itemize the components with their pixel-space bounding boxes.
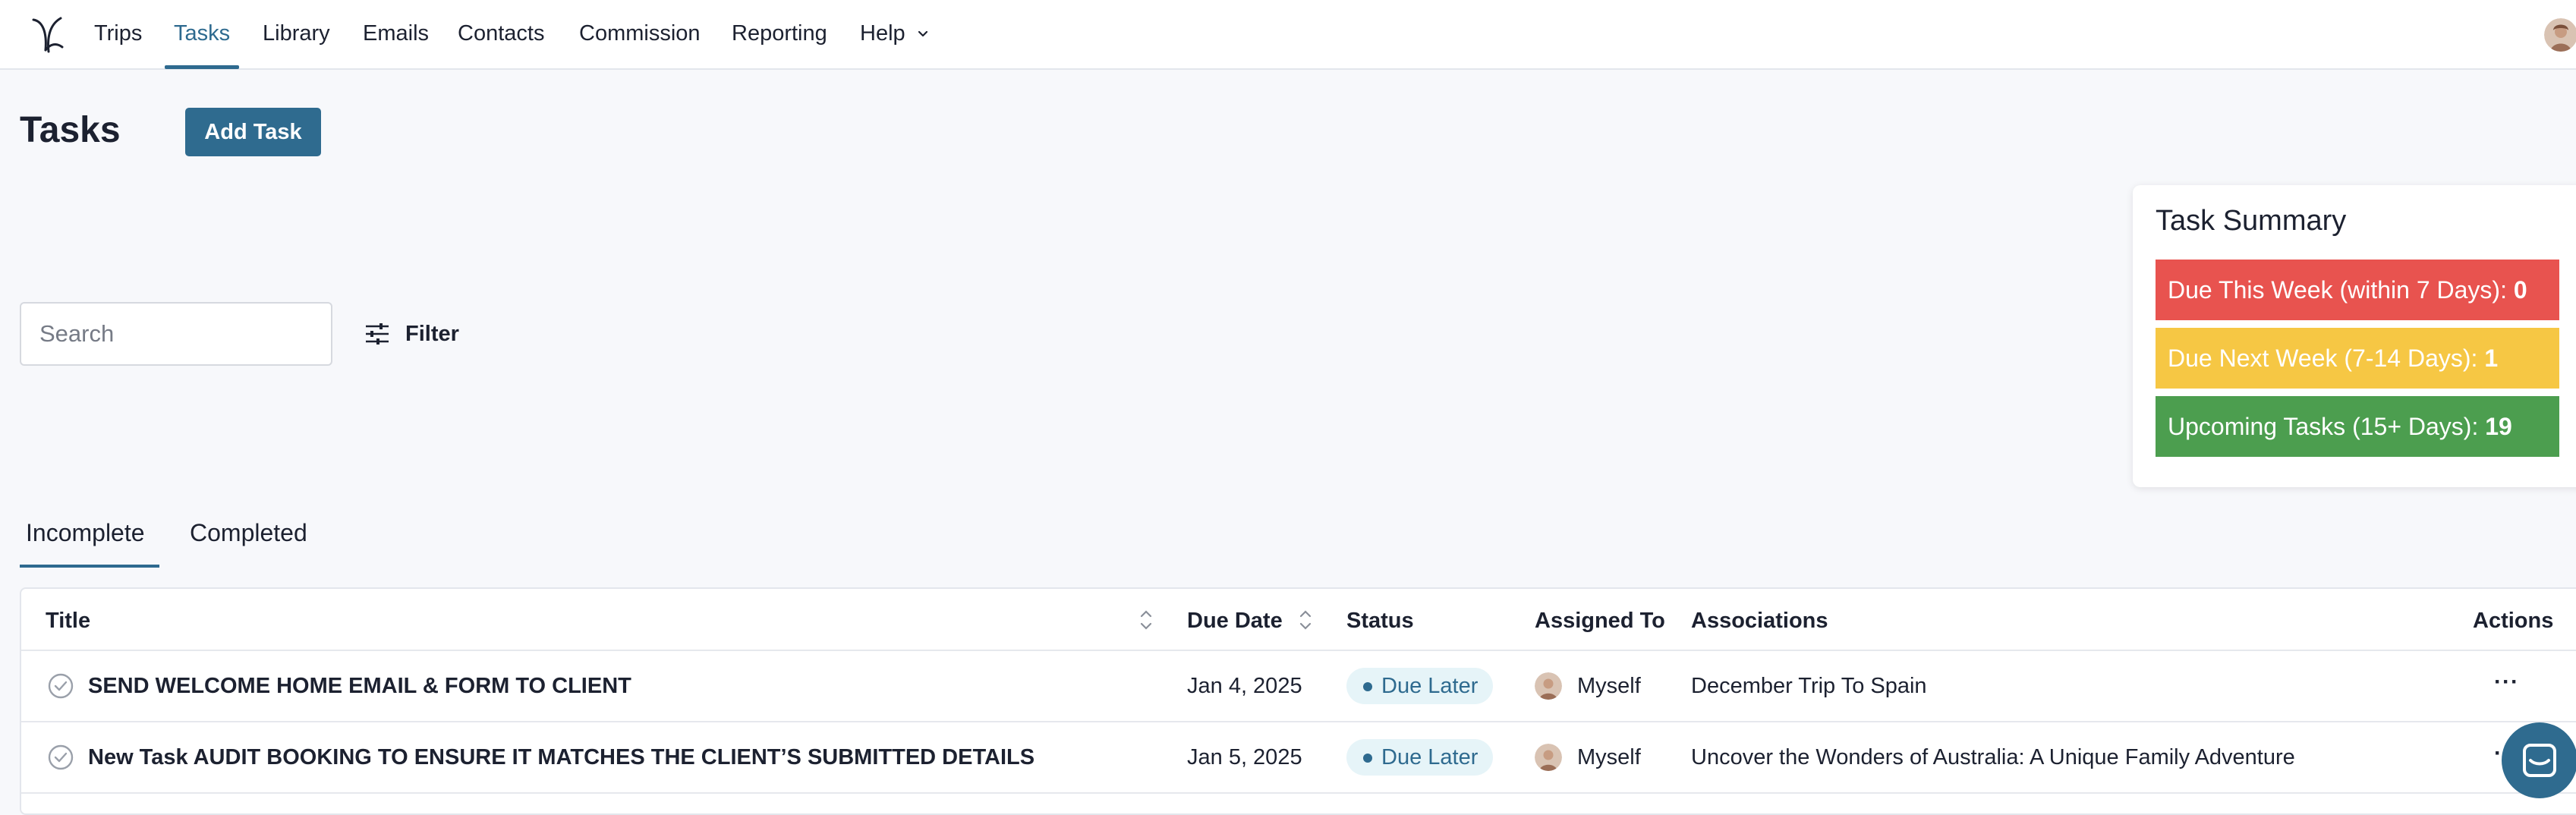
chat-launcher-button[interactable]	[2502, 722, 2576, 798]
complete-check-icon[interactable]	[47, 744, 74, 771]
task-association[interactable]: December Trip To Spain	[1691, 674, 1927, 699]
column-title[interactable]: Title	[46, 609, 90, 634]
nav-help[interactable]: Help	[860, 0, 905, 70]
chevron-down-icon[interactable]	[916, 27, 930, 41]
nav-emails[interactable]: Emails	[363, 0, 429, 70]
nav-contacts[interactable]: Contacts	[458, 0, 544, 70]
summary-due-this-week[interactable]: Due This Week (within 7 Days): 0	[2156, 260, 2559, 320]
nav-trips[interactable]: Trips	[94, 0, 142, 70]
status-badge: Due Later	[1346, 739, 1494, 776]
top-nav: Trips Tasks Library Emails Contacts Comm…	[0, 0, 2576, 70]
task-assignee: Myself	[1577, 674, 1641, 698]
tab-underline	[20, 565, 159, 568]
row-divider	[21, 721, 2576, 722]
status-dot	[1363, 682, 1372, 691]
status-text: Due Later	[1381, 674, 1479, 698]
filter-sliders-icon	[366, 323, 389, 345]
status-dot	[1363, 754, 1372, 763]
summary-label: Upcoming Tasks (15+ Days):	[2168, 413, 2479, 440]
complete-check-icon[interactable]	[47, 672, 74, 700]
logo-icon[interactable]	[27, 14, 67, 56]
row-divider	[21, 650, 2576, 651]
tab-incomplete[interactable]: Incomplete	[26, 519, 145, 547]
column-associations: Associations	[1691, 609, 1828, 633]
summary-upcoming[interactable]: Upcoming Tasks (15+ Days): 19	[2156, 396, 2559, 457]
nav-tasks[interactable]: Tasks	[174, 0, 230, 70]
row-actions-button[interactable]: ···	[2494, 669, 2519, 695]
column-actions: Actions	[2473, 609, 2554, 633]
sort-icon[interactable]	[1298, 607, 1313, 633]
task-title[interactable]: SEND WELCOME HOME EMAIL & FORM TO CLIENT	[88, 674, 631, 699]
summary-count: 19	[2485, 413, 2512, 440]
sort-icon[interactable]	[1138, 607, 1154, 633]
summary-count: 1	[2484, 345, 2499, 372]
task-assignee: Myself	[1577, 745, 1641, 769]
status-text: Due Later	[1381, 745, 1479, 769]
column-assigned-to: Assigned To	[1535, 609, 1665, 633]
summary-title: Task Summary	[2156, 205, 2347, 237]
assignee-avatar	[1535, 744, 1562, 771]
add-task-button[interactable]: Add Task	[185, 108, 321, 156]
task-due-date: Jan 5, 2025	[1187, 745, 1302, 769]
page-title: Tasks	[20, 110, 121, 150]
task-summary-card: Task Summary Due This Week (within 7 Day…	[2133, 185, 2576, 487]
row-divider	[21, 792, 2576, 794]
tab-completed[interactable]: Completed	[190, 519, 307, 547]
summary-label: Due Next Week (7-14 Days):	[2168, 345, 2478, 372]
summary-label: Due This Week (within 7 Days):	[2168, 276, 2507, 304]
search-input[interactable]	[20, 302, 332, 366]
filter-button[interactable]: Filter	[364, 314, 459, 354]
tasks-table: Title Due Date Status Assigned To Associ…	[20, 587, 2576, 815]
summary-due-next-week[interactable]: Due Next Week (7-14 Days): 1	[2156, 328, 2559, 389]
active-tab-indicator	[165, 65, 239, 69]
status-badge: Due Later	[1346, 668, 1494, 704]
task-title[interactable]: New Task AUDIT BOOKING TO ENSURE IT MATC…	[88, 745, 1034, 770]
nav-reporting[interactable]: Reporting	[732, 0, 827, 70]
task-due-date: Jan 4, 2025	[1187, 674, 1302, 698]
filter-label: Filter	[405, 321, 459, 346]
user-avatar[interactable]	[2544, 18, 2576, 52]
column-due-date[interactable]: Due Date	[1187, 609, 1283, 634]
column-status: Status	[1346, 609, 1414, 633]
assignee-avatar	[1535, 672, 1562, 700]
nav-library[interactable]: Library	[263, 0, 330, 70]
task-association[interactable]: Uncover the Wonders of Australia: A Uniq…	[1691, 745, 2295, 770]
chat-icon	[2523, 744, 2556, 777]
summary-count: 0	[2513, 276, 2527, 304]
nav-commission[interactable]: Commission	[579, 0, 701, 70]
